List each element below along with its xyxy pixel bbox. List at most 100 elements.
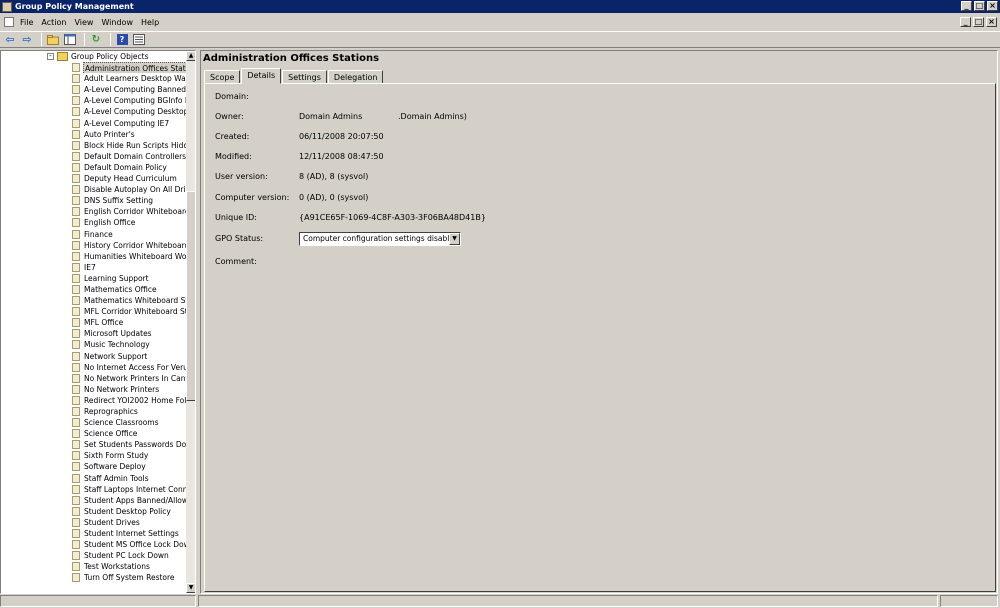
tree-item-gpo[interactable]: Test Workstations (1, 561, 186, 572)
tree-item-label: Deputy Head Curriculum (84, 174, 177, 184)
tab-scope[interactable]: Scope (204, 70, 241, 84)
tree-node-group-policy-objects[interactable]: - Group Policy Objects (1, 51, 186, 62)
tree-item-label: Adult Learners Desktop Wallpa (84, 74, 186, 84)
tab-settings[interactable]: Settings (282, 70, 327, 84)
tree-item-gpo[interactable]: Student Apps Banned/Allowed (1, 495, 186, 506)
back-button[interactable]: ⇦ (3, 33, 17, 46)
tree-item-gpo[interactable]: History Corridor Whiteboard St (1, 240, 186, 251)
tree-item-gpo[interactable]: Staff Laptops Internet Connec (1, 484, 186, 495)
tree-item-gpo[interactable]: Student Internet Settings (1, 528, 186, 539)
tree-item-gpo[interactable]: Default Domain Controllers Pol (1, 151, 186, 162)
tree-item-gpo[interactable]: Science Office (1, 428, 186, 439)
properties-button[interactable] (132, 33, 146, 46)
tree-item-gpo[interactable]: Mathematics Whiteboard Static (1, 295, 186, 306)
tree-item-gpo[interactable]: Learning Support (1, 273, 186, 284)
child-close-button[interactable]: × (986, 17, 997, 27)
tree-item-gpo[interactable]: Adult Learners Desktop Wallpa (1, 73, 186, 84)
gpo-scroll-icon (72, 329, 80, 339)
owner-label: Owner: (215, 112, 244, 121)
gpo-scroll-icon (72, 451, 80, 461)
scroll-up-button[interactable]: ▲ (186, 51, 195, 61)
forward-button[interactable]: ⇨ (20, 33, 34, 46)
tree-item-gpo[interactable]: Turn Off System Restore (1, 572, 186, 583)
up-folder-button[interactable] (46, 33, 60, 46)
tree-vertical-scrollbar[interactable]: ▲ ▼ (186, 51, 195, 593)
maximize-button[interactable]: □ (974, 1, 985, 11)
created-value[interactable]: 06/11/2008 20:07:50 (299, 132, 384, 141)
tree-item-label: Humanities Whiteboard Workst (84, 251, 186, 261)
tree-item-gpo[interactable]: IE7 (1, 262, 186, 273)
tree-item-gpo[interactable]: A-Level Computing IE7 (1, 118, 186, 129)
computer-version-value[interactable]: 0 (AD), 0 (sysvol) (299, 193, 368, 202)
help-button[interactable]: ? (115, 33, 129, 46)
tree-item-gpo[interactable]: Set Students Passwords Do No (1, 439, 186, 450)
tree-item-gpo[interactable]: Microsoft Updates (1, 328, 186, 339)
tree-item-gpo[interactable]: Science Classrooms (1, 417, 186, 428)
tree-item-gpo[interactable]: Software Deploy (1, 461, 186, 472)
close-button[interactable]: × (987, 1, 998, 11)
tree-item-gpo[interactable]: Staff Admin Tools (1, 473, 186, 484)
user-version-value[interactable]: 8 (AD), 8 (sysvol) (299, 172, 368, 181)
gpo-status-dropdown[interactable]: Computer configuration settings disabled… (299, 232, 461, 246)
tree-item-gpo[interactable]: No Internet Access For Verulam (1, 362, 186, 373)
menu-view[interactable]: View (70, 18, 97, 27)
tree-item-gpo[interactable]: Deputy Head Curriculum (1, 173, 186, 184)
tree-item-gpo[interactable]: English Office (1, 217, 186, 228)
refresh-button[interactable]: ↻ (89, 33, 103, 46)
scroll-down-button[interactable]: ▼ (186, 583, 195, 593)
tree-item-gpo[interactable]: Default Domain Policy (1, 162, 186, 173)
tree-item-gpo[interactable]: Student Desktop Policy (1, 506, 186, 517)
owner-value[interactable]: Domain Admins (299, 112, 362, 121)
dropdown-arrow-icon[interactable]: ▼ (449, 233, 460, 245)
tree-item-gpo[interactable]: Music Technology (1, 339, 186, 350)
tree-item-label: Mathematics Office (84, 284, 157, 294)
tree-item-gpo[interactable]: Student MS Office Lock Down (1, 539, 186, 550)
menu-action[interactable]: Action (37, 18, 70, 27)
child-restore-button[interactable]: □ (973, 17, 984, 27)
tree-item-gpo[interactable]: Disable Autoplay On All Drives (1, 184, 186, 195)
tree-item-gpo[interactable]: English Corridor Whiteboard W (1, 206, 186, 217)
toolbar-separator (110, 33, 111, 46)
tree-item-label: Default Domain Policy (84, 162, 167, 172)
child-minimize-button[interactable]: _ (960, 17, 971, 27)
collapse-icon[interactable]: - (47, 53, 54, 60)
modified-value[interactable]: 12/11/2008 08:47:50 (299, 152, 384, 161)
tree-item-gpo[interactable]: Student PC Lock Down (1, 550, 186, 561)
tree-item-gpo[interactable]: Redirect YOI2002 Home Folder (1, 395, 186, 406)
tree-item-gpo[interactable]: Reprographics (1, 406, 186, 417)
mmc-console-icon[interactable] (4, 17, 14, 27)
tree-item-label: History Corridor Whiteboard St (84, 240, 186, 250)
menu-help[interactable]: Help (137, 18, 163, 27)
tree-item-gpo[interactable]: No Network Printers In Canteen (1, 373, 186, 384)
owner-value-suffix[interactable]: .Domain Admins) (398, 112, 467, 121)
tree-item-gpo[interactable]: MFL Office (1, 317, 186, 328)
tree-item-gpo[interactable]: A-Level Computing Banned All (1, 84, 186, 95)
tab-delegation[interactable]: Delegation (327, 70, 384, 84)
tree-item-gpo[interactable]: Humanities Whiteboard Workst (1, 251, 186, 262)
gpo-scroll-icon (72, 162, 80, 172)
menu-file[interactable]: File (16, 18, 37, 27)
tree-item-gpo[interactable]: A-Level Computing BGInfo Des (1, 95, 186, 106)
tree-item-gpo[interactable]: Student Drives (1, 517, 186, 528)
menu-window[interactable]: Window (97, 18, 137, 27)
minimize-button[interactable]: _ (961, 1, 972, 11)
show-hide-tree-button[interactable] (63, 33, 77, 46)
tree-item-gpo[interactable]: DNS Suffix Setting (1, 195, 186, 206)
scroll-thumb[interactable] (186, 191, 195, 401)
unique-id-value[interactable]: {A91CE65F-1069-4C8F-A303-3F06BA48D41B} (299, 213, 486, 222)
tab-details[interactable]: Details (241, 68, 282, 84)
tree-item-gpo[interactable]: Auto Printer's (1, 129, 186, 140)
tree-item-gpo[interactable]: Sixth Form Study (1, 450, 186, 461)
tree-item-gpo[interactable]: Administration Offices Stations (1, 62, 186, 74)
tree-item-label: Reprographics (84, 407, 138, 416)
tree-item-gpo[interactable]: MFL Corridor Whiteboard Stati (1, 306, 186, 317)
tree-item-gpo[interactable]: Finance (1, 229, 186, 240)
tree-item-gpo[interactable]: Mathematics Office (1, 284, 186, 295)
tree-item-gpo[interactable]: A-Level Computing Desktop Po (1, 106, 186, 117)
tree-item-gpo[interactable]: Network Support (1, 351, 186, 362)
tree-item-gpo[interactable]: No Network Printers (1, 384, 186, 395)
tree-item-gpo[interactable]: Block Hide Run Scripts Hidden (1, 140, 186, 151)
tree-item-label: Redirect YOI2002 Home Folder (84, 395, 186, 405)
console-tree[interactable]: - Group Policy Objects Administration Of… (0, 50, 196, 594)
gpo-scroll-icon (72, 85, 80, 95)
